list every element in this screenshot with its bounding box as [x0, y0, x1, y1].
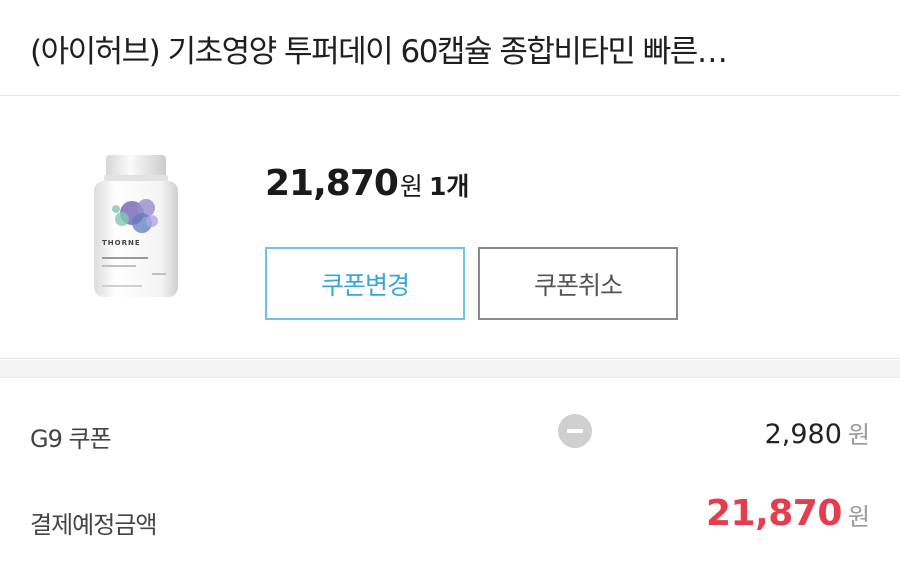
product-quantity: 1개: [428, 172, 470, 201]
thorne-bottle-image: THORNE: [94, 155, 178, 297]
price-quantity: 21,870원 1개: [265, 163, 469, 204]
header: (아이허브) 기초영양 투퍼데이 60캡슐 종합비타민 빠른…: [0, 0, 900, 96]
total-amount-row: 21,870 원: [706, 493, 870, 534]
bottle-brand-text: THORNE: [102, 239, 141, 247]
coupon-amount: 2,980: [764, 419, 842, 450]
payment-summary: G9 쿠폰 2,980 원 결제예정금액 21,870 원: [0, 379, 900, 562]
total-amount-unit: 원: [847, 503, 870, 531]
total-amount: 21,870: [705, 493, 842, 534]
total-label: 결제예정금액: [30, 511, 157, 539]
coupon-change-button[interactable]: 쿠폰변경: [265, 247, 465, 320]
section-divider: [0, 360, 900, 378]
minus-icon[interactable]: [558, 414, 592, 448]
price-unit: 원: [399, 172, 423, 201]
product-image: THORNE: [86, 153, 186, 301]
coupon-amount-row: 2,980 원: [765, 415, 870, 450]
product-price: 21,870: [265, 163, 399, 204]
coupon-cancel-button[interactable]: 쿠폰취소: [478, 247, 678, 320]
product-section: THORNE 21,870원 1개 쿠폰변경 쿠폰취소: [0, 97, 900, 359]
coupon-amount-unit: 원: [847, 421, 870, 449]
coupon-label: G9 쿠폰: [30, 425, 112, 453]
product-title: (아이허브) 기초영양 투퍼데이 60캡슐 종합비타민 빠른…: [30, 34, 728, 70]
